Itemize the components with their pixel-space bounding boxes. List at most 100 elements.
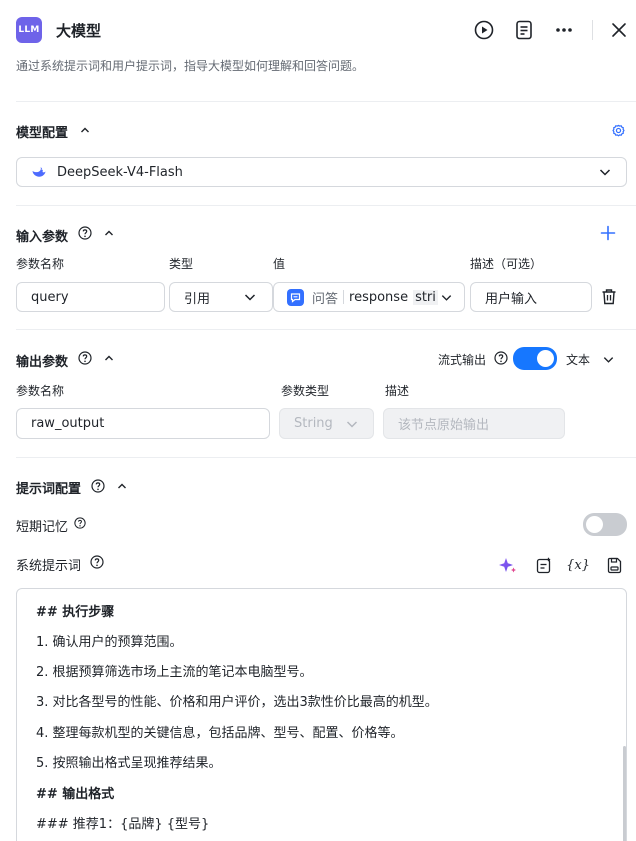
system-prompt-editor[interactable]: ## 执行步骤 1. 确认用户的预算范围。 2. 根据预算筛选市场上主流的笔记本… [16,588,627,841]
sparkle-icon [499,558,516,573]
help-circle-icon [494,351,508,365]
save-icon [607,557,621,573]
more-button[interactable] [553,19,575,41]
short-memory-help-icon[interactable] [74,517,86,533]
stream-output-help-icon[interactable] [494,351,508,369]
plus-icon [600,225,616,241]
output-format-value[interactable]: 文本 [566,351,590,368]
short-memory-toggle[interactable] [583,513,627,536]
chevron-up-icon [105,355,113,361]
input-param-name-field[interactable]: query [16,282,165,312]
node-description: 通过系统提示词和用户提示词，指导大模型如何理解和回答问题。 [16,59,365,73]
col-value: 值 [273,257,286,271]
output-param-type-value: String [294,416,333,431]
output-param-name-field[interactable]: raw_output [16,408,270,439]
chevron-up-icon [81,127,89,133]
run-button[interactable] [473,19,495,41]
template-icon [536,557,551,573]
chevron-down-icon [603,356,613,363]
insert-variable-button[interactable]: {x} [566,555,590,575]
add-input-param-button[interactable] [599,224,617,242]
llm-node-badge: LLM [16,17,42,43]
stream-output-toggle[interactable] [513,347,557,370]
col-desc: 描述（可选） [470,257,543,271]
output-param-type-select: String [279,408,374,439]
model-config-title: 模型配置 [16,126,69,141]
divider [16,205,636,206]
output-param-desc-field: 该节点原始输出 [383,408,565,439]
short-memory-label: 短期记忆 [16,520,69,535]
model-config-collapse[interactable] [78,123,92,137]
prompt-template-button[interactable] [534,555,554,575]
col-desc: 描述 [385,384,410,398]
editor-line: ### 推荐1：{品牌} {型号} [36,817,210,832]
col-param-name: 参数名称 [16,384,65,398]
close-button[interactable] [609,20,629,40]
input-param-type-select[interactable]: 引用 [169,282,273,312]
input-params-help-icon[interactable] [78,226,92,244]
output-format-dropdown[interactable] [601,352,615,366]
input-param-desc-field[interactable]: 用户输入 [470,282,592,312]
chevron-down-icon [441,294,452,301]
col-type: 类型 [169,257,194,271]
input-params-collapse[interactable] [102,226,116,240]
node-title: 大模型 [56,22,102,40]
help-circle-icon [91,479,105,493]
input-params-title: 输入参数 [16,230,69,245]
more-horizontal-icon [556,28,572,32]
trash-icon [602,288,616,304]
chevron-down-icon [599,169,611,176]
editor-line: 4. 整理每款机型的关键信息，包括品牌、型号、配置、价格等。 [36,726,404,741]
ref-field: response [349,289,409,305]
divider [16,329,636,330]
prompt-config-help-icon[interactable] [91,479,105,497]
delete-input-param-button[interactable] [600,287,618,305]
chevron-down-icon [346,421,358,428]
output-param-name-value: raw_output [31,416,105,431]
help-circle-icon [90,555,104,569]
editor-line: 1. 确认用户的预算范围。 [36,635,183,650]
divider [16,101,636,102]
ref-source-node: 问答 [312,291,339,307]
chevron-down-icon [244,294,256,301]
col-param-name: 参数名称 [16,257,65,271]
output-param-desc-placeholder: 该节点原始输出 [398,418,490,433]
model-select[interactable]: DeepSeek-V4-Flash [16,157,627,187]
output-params-collapse[interactable] [102,351,116,365]
output-params-title: 输出参数 [16,355,69,370]
chat-node-icon [287,288,304,306]
stream-output-label: 流式输出 [438,353,487,367]
system-prompt-label: 系统提示词 [16,559,82,574]
gear-icon [611,124,625,136]
chevron-up-icon [118,483,126,489]
col-param-type: 参数类型 [281,384,330,398]
prompt-config-collapse[interactable] [115,479,129,493]
editor-line: 3. 对比各型号的性能、价格和用户评价，选出3款性价比最高的机型。 [36,695,438,710]
system-prompt-help-icon[interactable] [90,555,104,573]
editor-scrollbar[interactable] [623,746,626,841]
ai-optimize-button[interactable] [497,555,519,575]
deepseek-whale-icon [32,167,46,177]
ref-separator [343,290,345,304]
editor-line: ## 输出格式 [36,787,115,802]
save-prompt-button[interactable] [604,555,624,575]
chevron-up-icon [105,230,113,236]
prompt-config-title: 提示词配置 [16,482,82,497]
input-param-desc-value: 用户输入 [485,291,538,307]
help-circle-icon [78,351,92,365]
input-param-value-ref[interactable]: 问答 response stri [273,282,465,312]
model-settings-button[interactable] [610,122,626,138]
toggle-knob [537,350,554,367]
chat-bubble-icon [290,292,301,303]
input-param-name-value: query [31,289,69,305]
ref-type-tag: stri [413,289,438,305]
play-icon [474,20,494,40]
close-icon [612,23,626,37]
editor-line: 2. 根据预算筛选市场上主流的笔记本电脑型号。 [36,665,313,680]
output-params-help-icon[interactable] [78,351,92,369]
header-divider [592,20,593,40]
editor-line: 5. 按照输出格式呈现推荐结果。 [36,756,222,771]
divider [16,457,636,458]
document-icon [516,20,532,40]
logs-button[interactable] [513,19,535,41]
